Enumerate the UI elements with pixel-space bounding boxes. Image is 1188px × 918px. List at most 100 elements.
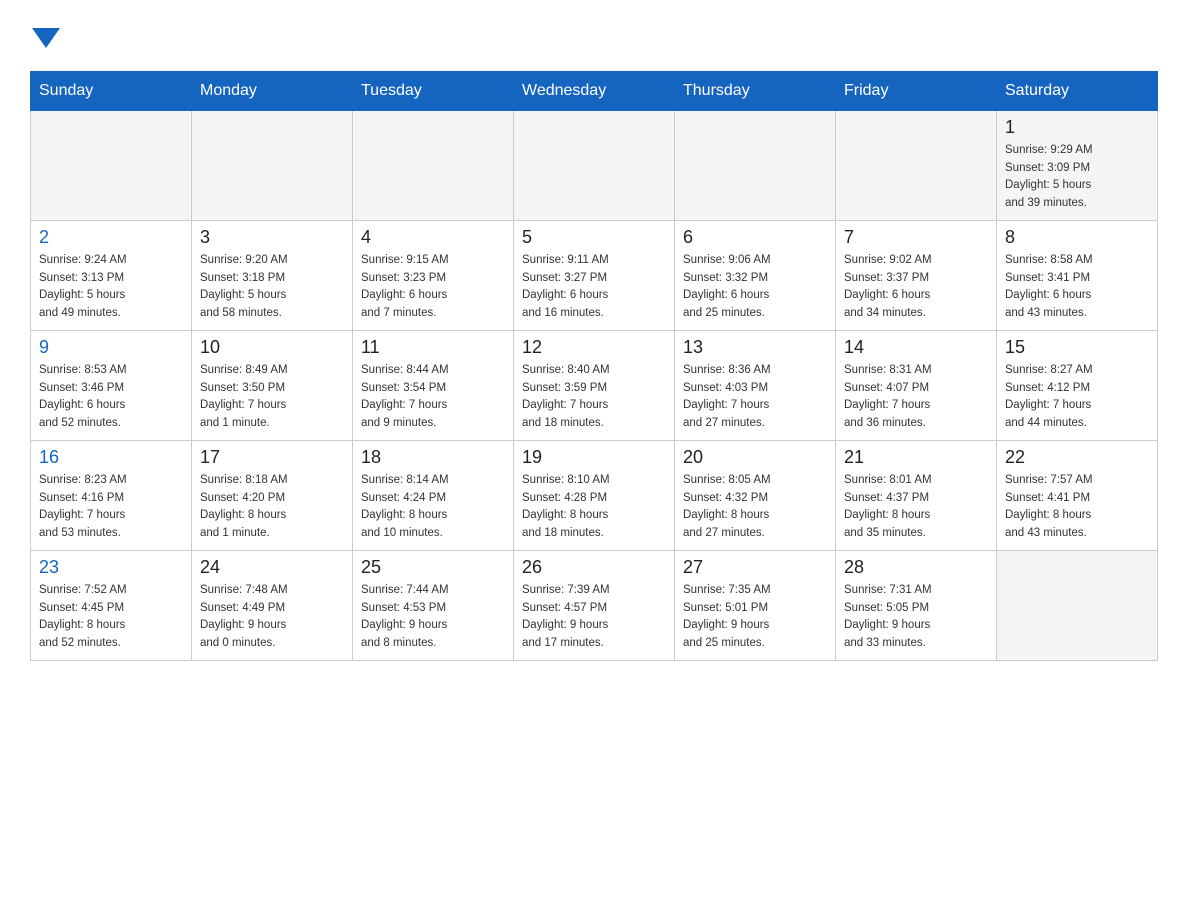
day-number: 24: [200, 557, 344, 578]
day-info: Sunrise: 7:39 AM Sunset: 4:57 PM Dayligh…: [522, 582, 666, 653]
day-number: 27: [683, 557, 827, 578]
calendar-cell: 25 Sunrise: 7:44 AM Sunset: 4:53 PM Dayli…: [353, 550, 514, 660]
calendar-header-row: SundayMondayTuesdayWednesdayThursdayFrid…: [31, 71, 1158, 110]
day-number: 26: [522, 557, 666, 578]
day-of-week-header: Thursday: [675, 71, 836, 110]
calendar-cell: [836, 110, 997, 220]
day-number: 7: [844, 227, 988, 248]
day-info: Sunrise: 8:58 AM Sunset: 3:41 PM Dayligh…: [1005, 252, 1149, 323]
calendar-cell: [675, 110, 836, 220]
day-number: 15: [1005, 337, 1149, 358]
calendar-cell: 14 Sunrise: 8:31 AM Sunset: 4:07 PM Dayli…: [836, 330, 997, 440]
day-info: Sunrise: 9:15 AM Sunset: 3:23 PM Dayligh…: [361, 252, 505, 323]
day-number: 4: [361, 227, 505, 248]
calendar-cell: 9Sunrise: 8:53 AM Sunset: 3:46 PM Daylig…: [31, 330, 192, 440]
calendar-cell: 4 Sunrise: 9:15 AM Sunset: 3:23 PM Daylig…: [353, 220, 514, 330]
calendar-week-row: 1 Sunrise: 9:29 AM Sunset: 3:09 PM Daylig…: [31, 110, 1158, 220]
calendar-cell: 8 Sunrise: 8:58 AM Sunset: 3:41 PM Daylig…: [997, 220, 1158, 330]
day-info: Sunrise: 7:52 AM Sunset: 4:45 PM Dayligh…: [39, 582, 183, 653]
day-info: Sunrise: 9:24 AM Sunset: 3:13 PM Dayligh…: [39, 252, 183, 323]
day-info: Sunrise: 8:40 AM Sunset: 3:59 PM Dayligh…: [522, 362, 666, 433]
calendar-cell: 27 Sunrise: 7:35 AM Sunset: 5:01 PM Dayli…: [675, 550, 836, 660]
day-number: 10: [200, 337, 344, 358]
calendar-cell: [31, 110, 192, 220]
calendar-cell: 18 Sunrise: 8:14 AM Sunset: 4:24 PM Dayli…: [353, 440, 514, 550]
day-number: 8: [1005, 227, 1149, 248]
day-info: Sunrise: 9:20 AM Sunset: 3:18 PM Dayligh…: [200, 252, 344, 323]
day-info: Sunrise: 9:29 AM Sunset: 3:09 PM Dayligh…: [1005, 142, 1149, 213]
day-of-week-header: Saturday: [997, 71, 1158, 110]
calendar-week-row: 23 Sunrise: 7:52 AM Sunset: 4:45 PM Dayli…: [31, 550, 1158, 660]
calendar-week-row: 9Sunrise: 8:53 AM Sunset: 3:46 PM Daylig…: [31, 330, 1158, 440]
day-info: Sunrise: 8:36 AM Sunset: 4:03 PM Dayligh…: [683, 362, 827, 433]
calendar-week-row: 2 Sunrise: 9:24 AM Sunset: 3:13 PM Daylig…: [31, 220, 1158, 330]
day-number: 1: [1005, 117, 1149, 138]
day-info: Sunrise: 8:53 AM Sunset: 3:46 PM Dayligh…: [39, 362, 183, 433]
calendar-cell: [192, 110, 353, 220]
calendar-cell: 28 Sunrise: 7:31 AM Sunset: 5:05 PM Dayli…: [836, 550, 997, 660]
calendar-cell: [997, 550, 1158, 660]
day-info: Sunrise: 8:14 AM Sunset: 4:24 PM Dayligh…: [361, 472, 505, 543]
day-number: 25: [361, 557, 505, 578]
day-number: 22: [1005, 447, 1149, 468]
day-number: 19: [522, 447, 666, 468]
day-number: 23: [39, 557, 183, 578]
day-number: 11: [361, 337, 505, 358]
calendar-cell: 22 Sunrise: 7:57 AM Sunset: 4:41 PM Dayli…: [997, 440, 1158, 550]
calendar-cell: 11 Sunrise: 8:44 AM Sunset: 3:54 PM Dayli…: [353, 330, 514, 440]
calendar-cell: 3 Sunrise: 9:20 AM Sunset: 3:18 PM Daylig…: [192, 220, 353, 330]
calendar-cell: [353, 110, 514, 220]
day-of-week-header: Wednesday: [514, 71, 675, 110]
day-info: Sunrise: 8:23 AM Sunset: 4:16 PM Dayligh…: [39, 472, 183, 543]
calendar-cell: 26 Sunrise: 7:39 AM Sunset: 4:57 PM Dayli…: [514, 550, 675, 660]
day-number: 17: [200, 447, 344, 468]
day-number: 18: [361, 447, 505, 468]
calendar-cell: 2 Sunrise: 9:24 AM Sunset: 3:13 PM Daylig…: [31, 220, 192, 330]
day-info: Sunrise: 7:35 AM Sunset: 5:01 PM Dayligh…: [683, 582, 827, 653]
day-of-week-header: Monday: [192, 71, 353, 110]
day-number: 12: [522, 337, 666, 358]
day-info: Sunrise: 8:44 AM Sunset: 3:54 PM Dayligh…: [361, 362, 505, 433]
day-number: 28: [844, 557, 988, 578]
day-info: Sunrise: 8:31 AM Sunset: 4:07 PM Dayligh…: [844, 362, 988, 433]
day-number: 13: [683, 337, 827, 358]
calendar-cell: 5Sunrise: 9:11 AM Sunset: 3:27 PM Daylig…: [514, 220, 675, 330]
day-number: 14: [844, 337, 988, 358]
calendar-cell: 12 Sunrise: 8:40 AM Sunset: 3:59 PM Dayli…: [514, 330, 675, 440]
calendar-cell: 16 Sunrise: 8:23 AM Sunset: 4:16 PM Dayli…: [31, 440, 192, 550]
calendar-cell: 1 Sunrise: 9:29 AM Sunset: 3:09 PM Daylig…: [997, 110, 1158, 220]
day-number: 3: [200, 227, 344, 248]
day-info: Sunrise: 8:27 AM Sunset: 4:12 PM Dayligh…: [1005, 362, 1149, 433]
day-info: Sunrise: 7:48 AM Sunset: 4:49 PM Dayligh…: [200, 582, 344, 653]
page-header: [30, 20, 1158, 51]
calendar-cell: 10 Sunrise: 8:49 AM Sunset: 3:50 PM Dayli…: [192, 330, 353, 440]
day-info: Sunrise: 8:18 AM Sunset: 4:20 PM Dayligh…: [200, 472, 344, 543]
day-number: 21: [844, 447, 988, 468]
day-of-week-header: Sunday: [31, 71, 192, 110]
calendar-cell: 6Sunrise: 9:06 AM Sunset: 3:32 PM Daylig…: [675, 220, 836, 330]
day-info: Sunrise: 7:31 AM Sunset: 5:05 PM Dayligh…: [844, 582, 988, 653]
calendar-cell: 21 Sunrise: 8:01 AM Sunset: 4:37 PM Dayli…: [836, 440, 997, 550]
day-info: Sunrise: 7:44 AM Sunset: 4:53 PM Dayligh…: [361, 582, 505, 653]
day-number: 20: [683, 447, 827, 468]
day-number: 2: [39, 227, 183, 248]
day-info: Sunrise: 9:02 AM Sunset: 3:37 PM Dayligh…: [844, 252, 988, 323]
logo-triangle-icon: [32, 28, 60, 48]
day-info: Sunrise: 8:01 AM Sunset: 4:37 PM Dayligh…: [844, 472, 988, 543]
day-info: Sunrise: 9:06 AM Sunset: 3:32 PM Dayligh…: [683, 252, 827, 323]
day-info: Sunrise: 7:57 AM Sunset: 4:41 PM Dayligh…: [1005, 472, 1149, 543]
calendar-cell: 19 Sunrise: 8:10 AM Sunset: 4:28 PM Dayli…: [514, 440, 675, 550]
calendar-cell: 23 Sunrise: 7:52 AM Sunset: 4:45 PM Dayli…: [31, 550, 192, 660]
calendar-cell: 20Sunrise: 8:05 AM Sunset: 4:32 PM Dayli…: [675, 440, 836, 550]
day-info: Sunrise: 8:10 AM Sunset: 4:28 PM Dayligh…: [522, 472, 666, 543]
calendar-cell: 17 Sunrise: 8:18 AM Sunset: 4:20 PM Dayli…: [192, 440, 353, 550]
calendar-cell: [514, 110, 675, 220]
logo: [30, 20, 60, 51]
calendar-cell: 13 Sunrise: 8:36 AM Sunset: 4:03 PM Dayli…: [675, 330, 836, 440]
calendar-cell: 24 Sunrise: 7:48 AM Sunset: 4:49 PM Dayli…: [192, 550, 353, 660]
day-number: 16: [39, 447, 183, 468]
calendar-cell: 7 Sunrise: 9:02 AM Sunset: 3:37 PM Daylig…: [836, 220, 997, 330]
day-of-week-header: Tuesday: [353, 71, 514, 110]
day-of-week-header: Friday: [836, 71, 997, 110]
day-info: Sunrise: 8:49 AM Sunset: 3:50 PM Dayligh…: [200, 362, 344, 433]
